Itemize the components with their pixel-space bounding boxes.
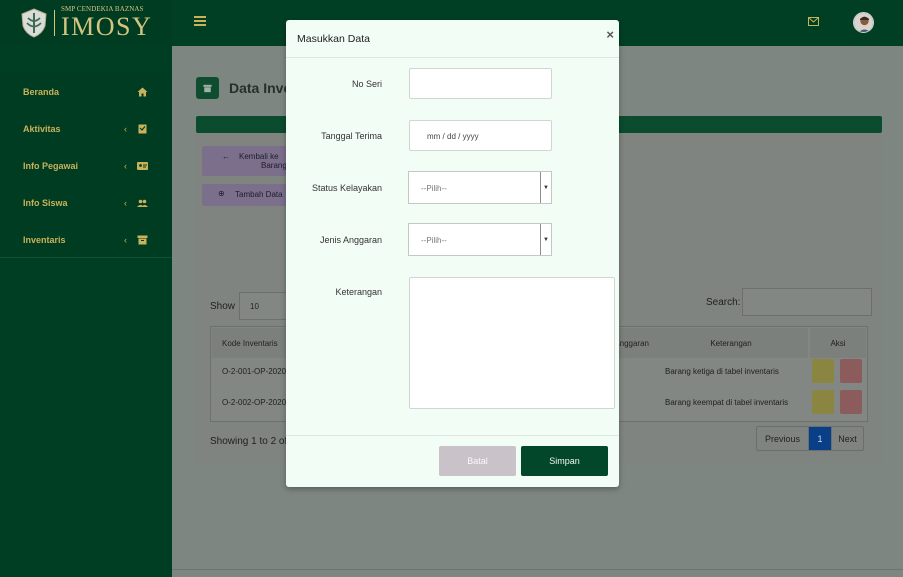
sidebar-item-label: Info Pegawai	[23, 160, 79, 171]
chevron-left-icon: ‹	[124, 123, 127, 134]
table-cell-kode: O-2-002-OP-2020	[222, 398, 287, 407]
sidebar-menu: Beranda Aktivitas ‹ Info Pegawai ‹ Info …	[0, 73, 172, 258]
footer-divider	[172, 569, 903, 570]
sidebar-item-info-pegawai[interactable]: Info Pegawai ‹	[0, 147, 172, 184]
caret-down-icon: ▼	[540, 224, 551, 255]
save-button[interactable]: Simpan	[521, 446, 608, 476]
plus-circle-icon: ⊕	[218, 189, 225, 198]
edit-button[interactable]	[812, 359, 834, 383]
close-icon[interactable]: ×	[606, 27, 614, 42]
caret-down-icon: ▼	[540, 172, 551, 203]
tanggal-terima-label: Tanggal Terima	[321, 131, 382, 141]
search-label: Search:	[706, 296, 741, 308]
home-icon	[137, 87, 148, 97]
avatar-image	[854, 13, 873, 32]
keterangan-textarea[interactable]	[409, 277, 615, 409]
bookmark-icon	[137, 124, 148, 134]
select-value: --Pilih--	[421, 236, 447, 245]
sidebar-item-aktivitas[interactable]: Aktivitas ‹	[0, 110, 172, 147]
page-length-control: Show 10	[210, 292, 290, 320]
table-search: Search:	[706, 288, 873, 316]
header-label: Kode Inventaris	[222, 338, 278, 348]
table-cell-keterangan: Barang keempat di tabel inventaris	[665, 398, 789, 407]
archive-icon	[137, 235, 148, 245]
pagination-page-1[interactable]: 1	[809, 427, 831, 450]
sidebar-item-label: Beranda	[23, 86, 60, 97]
add-button-label: Tambah Data	[235, 190, 283, 199]
school-logo-icon	[21, 8, 47, 38]
users-icon	[137, 198, 148, 208]
brand-divider	[54, 10, 55, 36]
select-value: --Pilih--	[421, 184, 447, 193]
sidebar-item-inventaris[interactable]: Inventaris ‹	[0, 221, 172, 258]
show-label: Show	[210, 300, 236, 312]
column-header-keterangan[interactable]: Keterangan	[654, 328, 808, 358]
jenis-anggaran-label: Jenis Anggaran	[319, 235, 382, 245]
table-cell-keterangan: Barang ketiga di tabel inventaris	[665, 367, 779, 376]
sidebar-item-label: Inventaris	[23, 234, 66, 245]
brand-app-name: IMOSY	[61, 12, 153, 41]
brand-text: SMP CENDEKIA BAZNAS IMOSY	[61, 6, 152, 40]
modal-title: Masukkan Data	[297, 33, 370, 45]
sidebar: SMP CENDEKIA BAZNAS IMOSY Beranda Aktivi…	[0, 0, 172, 577]
pagination: Previous 1 Next	[756, 426, 864, 451]
modal-header: Masukkan Data ×	[286, 20, 619, 58]
header-label: Keterangan	[710, 338, 752, 348]
cancel-button[interactable]: Batal	[439, 446, 516, 476]
page-length-select[interactable]: 10	[239, 292, 290, 320]
sidebar-item-label: Aktivitas	[23, 123, 61, 134]
edit-button[interactable]	[812, 390, 834, 414]
input-modal: Masukkan Data × No Seri Tanggal Terima m…	[286, 20, 619, 487]
jenis-anggaran-select[interactable]: --Pilih-- ▼	[408, 223, 552, 256]
column-header-aksi[interactable]: Aksi	[810, 328, 866, 358]
status-kelayakan-label: Status Kelayakan	[311, 183, 382, 193]
modal-footer-divider	[286, 435, 619, 436]
no-seri-label: No Seri	[351, 79, 382, 89]
header-label: Anggaran	[614, 338, 649, 348]
pagination-previous[interactable]: Previous	[757, 427, 809, 450]
chevron-left-icon: ‹	[124, 160, 127, 171]
brand[interactable]: SMP CENDEKIA BAZNAS IMOSY	[0, 0, 172, 46]
status-kelayakan-select[interactable]: --Pilih-- ▼	[408, 171, 552, 204]
keterangan-label: Keterangan	[335, 287, 382, 297]
sidebar-item-beranda[interactable]: Beranda	[0, 73, 172, 110]
pagination-next[interactable]: Next	[831, 427, 863, 450]
archive-icon	[196, 77, 219, 99]
delete-button[interactable]	[840, 390, 862, 414]
menu-toggle-icon[interactable]	[194, 16, 206, 26]
chevron-left-icon: ‹	[124, 197, 127, 208]
header-label: Aksi	[830, 338, 846, 348]
avatar[interactable]	[853, 12, 874, 33]
sidebar-item-info-siswa[interactable]: Info Siswa ‹	[0, 184, 172, 221]
sidebar-item-label: Info Siswa	[23, 197, 68, 208]
table-cell-kode: O-2-001-OP-2020	[222, 367, 287, 376]
delete-button[interactable]	[840, 359, 862, 383]
mail-icon[interactable]	[808, 17, 819, 26]
no-seri-input[interactable]	[409, 68, 552, 99]
tanggal-terima-input[interactable]: mm / dd / yyyy	[409, 120, 552, 151]
chevron-left-icon: ‹	[124, 234, 127, 245]
id-card-icon	[137, 161, 148, 171]
arrow-left-icon: ←	[222, 152, 230, 161]
search-input[interactable]	[742, 288, 873, 316]
